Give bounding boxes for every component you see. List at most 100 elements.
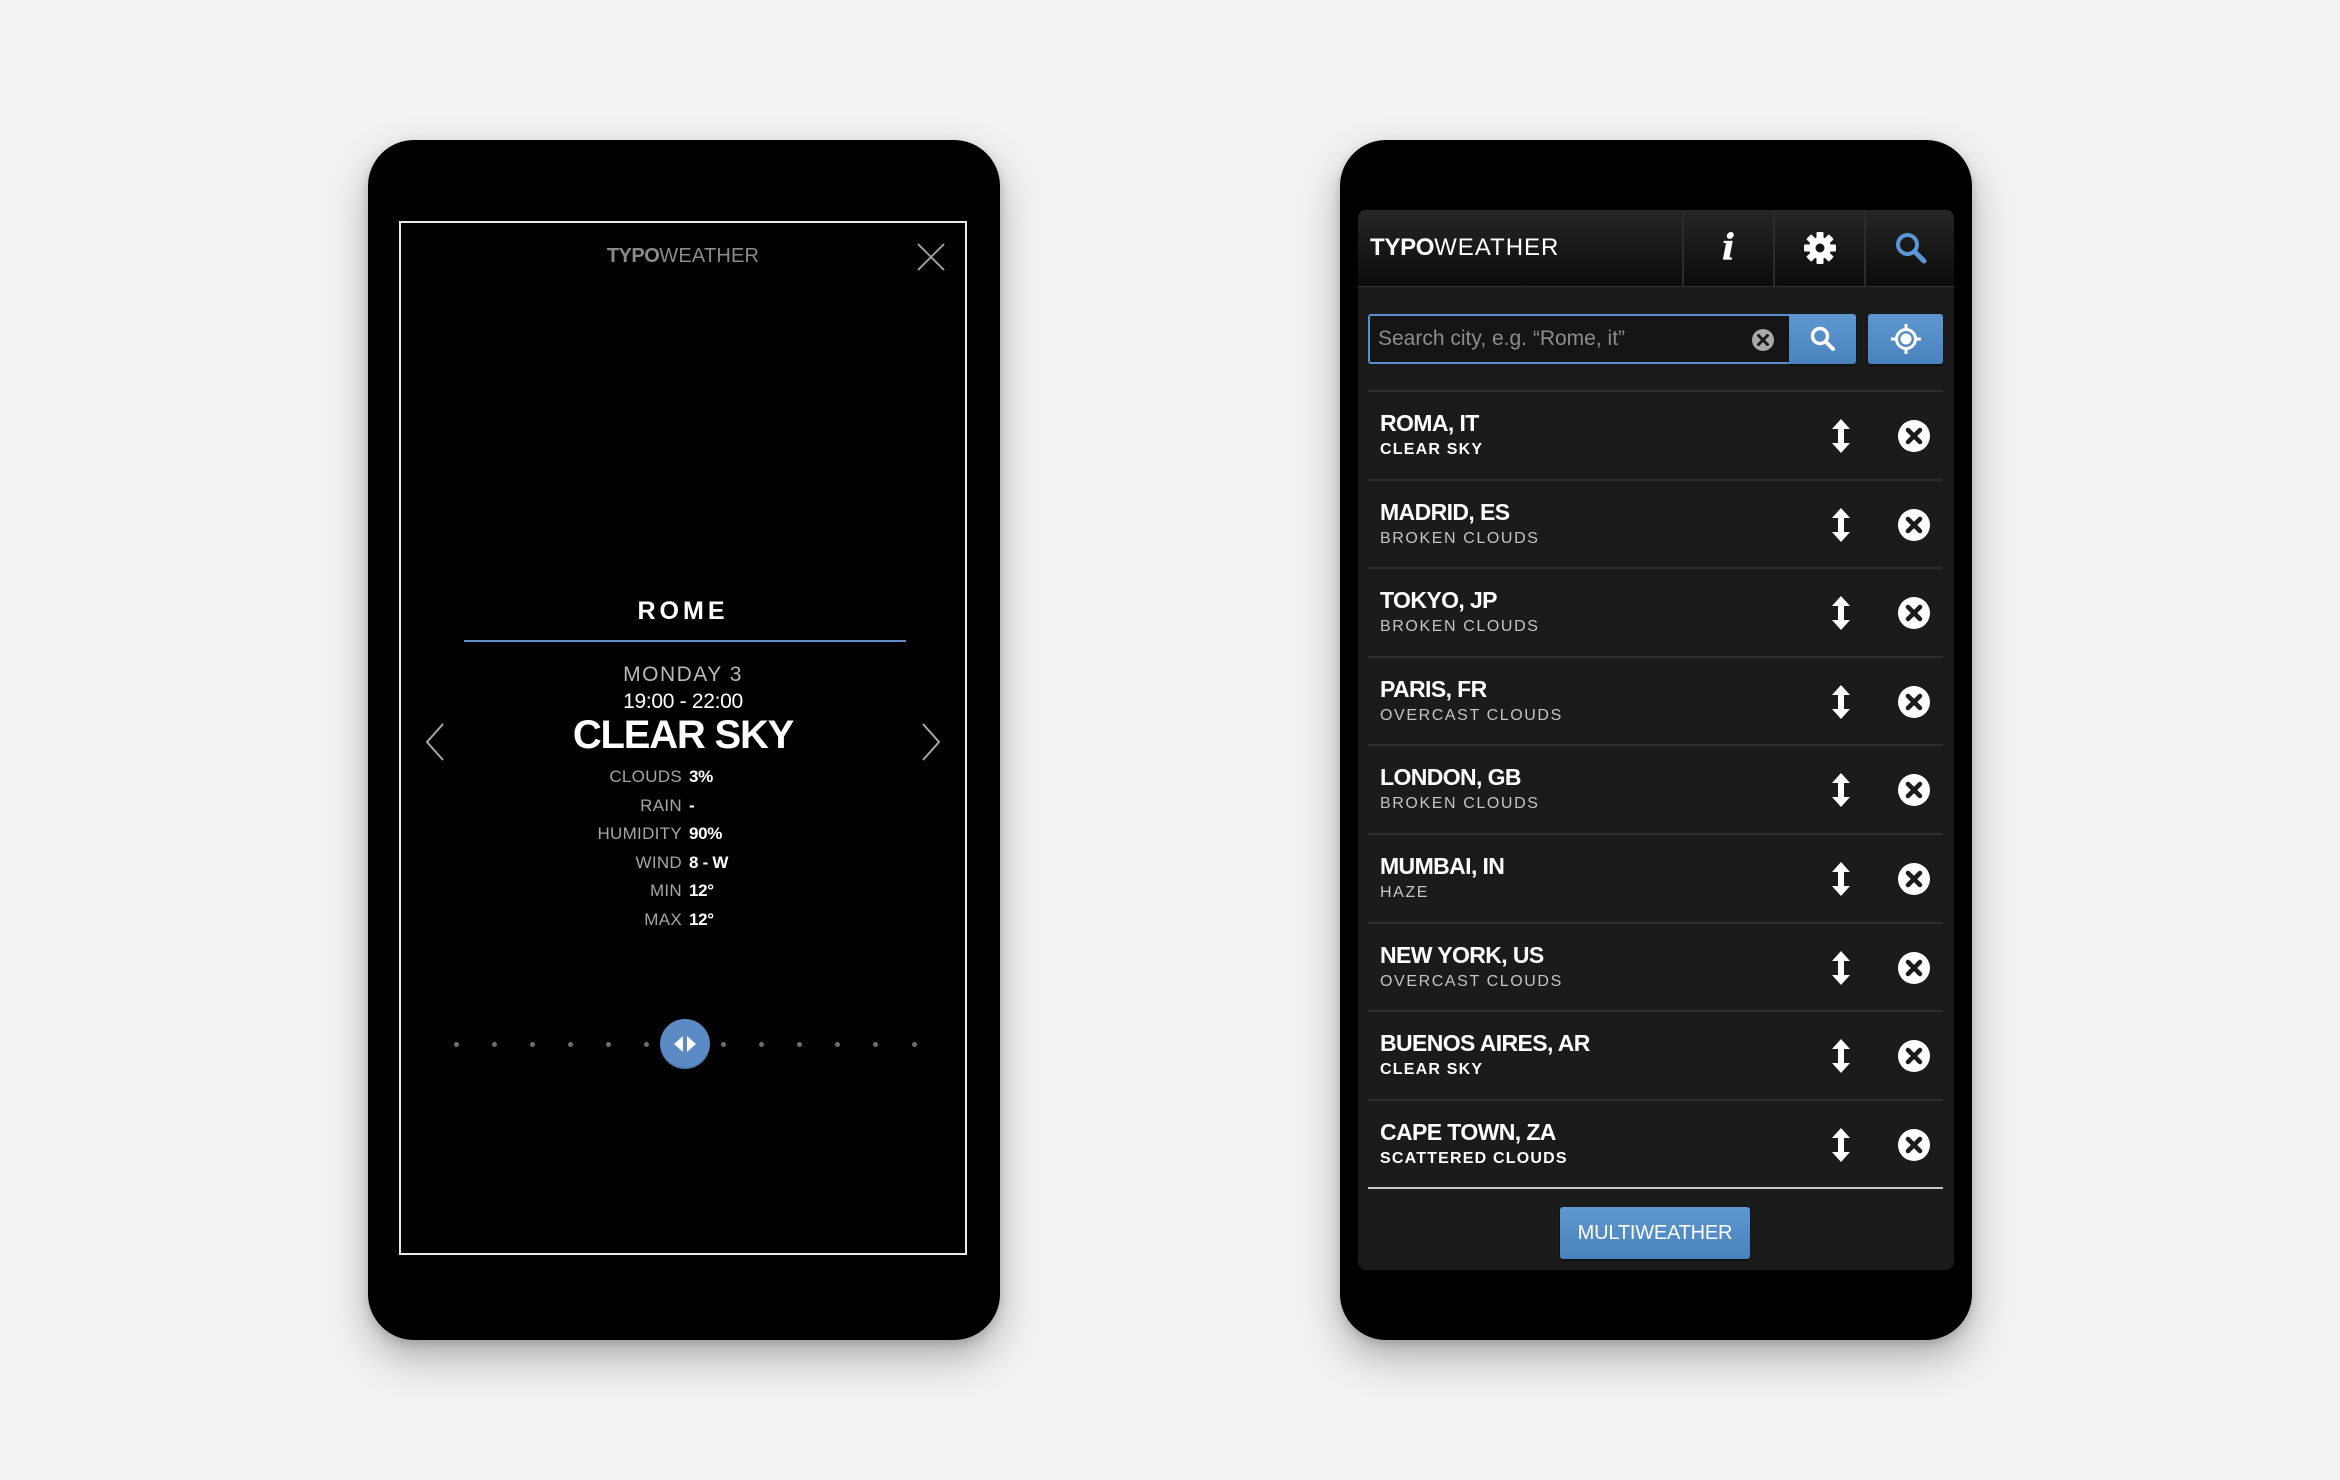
stat-row-clouds: CLOUDS 3%: [401, 767, 965, 796]
drag-vertical-icon: [1832, 507, 1850, 542]
city-item-condition: CLEAR SKY: [1380, 441, 1484, 458]
stat-label: MAX: [644, 909, 682, 929]
timeline-dot[interactable]: [644, 1042, 650, 1047]
clear-search-button[interactable]: [1751, 328, 1775, 352]
city-list-item[interactable]: BUENOS AIRES, AR CLEAR SKY: [1368, 1012, 1943, 1101]
remove-city-button[interactable]: [1897, 951, 1931, 985]
reorder-handle[interactable]: [1830, 1038, 1852, 1074]
remove-city-button[interactable]: [1897, 773, 1931, 807]
city-item-condition: BROKEN CLOUDS: [1380, 795, 1540, 813]
reorder-handle[interactable]: [1830, 1127, 1852, 1163]
city-list-item[interactable]: CAPE TOWN, ZA SCATTERED CLOUDS: [1368, 1101, 1943, 1190]
forecast-day: MONDAY 3: [623, 663, 743, 686]
search-field: [1368, 314, 1799, 364]
city-item-condition: OVERCAST CLOUDS: [1380, 706, 1563, 724]
timeline-dot[interactable]: [797, 1042, 802, 1047]
city-item-name: LONDON, GB: [1380, 764, 1522, 791]
previous-forecast-button[interactable]: [423, 722, 447, 762]
timeline-dot[interactable]: [606, 1042, 612, 1047]
close-button[interactable]: [915, 241, 947, 273]
search-toggle-button[interactable]: [1864, 210, 1954, 286]
city-list-item[interactable]: NEW YORK, US OVERCAST CLOUDS: [1368, 924, 1943, 1013]
logo-bold: TYPO: [1370, 234, 1435, 261]
stat-value: 12°: [689, 909, 714, 929]
timeline-handle[interactable]: [660, 1019, 710, 1069]
reorder-handle[interactable]: [1830, 861, 1852, 897]
remove-icon: [1898, 597, 1930, 630]
stat-value: 12°: [689, 881, 714, 901]
reorder-handle[interactable]: [1830, 950, 1852, 986]
city-item-condition: SCATTERED CLOUDS: [1380, 1149, 1568, 1167]
remove-icon: [1898, 1040, 1930, 1073]
timeline-dot[interactable]: [453, 1042, 459, 1047]
remove-icon: [1898, 685, 1930, 718]
forecast-timeline-slider[interactable]: [451, 1018, 919, 1070]
timeline-dot[interactable]: [529, 1042, 535, 1047]
stat-row-wind: WIND 8 - W: [401, 853, 965, 882]
stat-row-humidity: HUMIDITY 90%: [401, 824, 965, 853]
drag-vertical-icon: [1832, 419, 1850, 453]
app-screen: TYPOWEATHER i Search city, e.g. “Rome, i…: [1358, 210, 1954, 1270]
next-forecast-button[interactable]: [919, 722, 943, 762]
city-list-item[interactable]: PARIS, FR OVERCAST CLOUDS: [1368, 658, 1943, 747]
timeline-dot[interactable]: [720, 1042, 726, 1047]
search-input[interactable]: [1370, 316, 1740, 362]
stat-value: 3%: [689, 767, 713, 786]
reorder-handle[interactable]: [1830, 507, 1852, 543]
timeline-dot[interactable]: [873, 1042, 879, 1047]
logo-bold: TYPO: [606, 245, 660, 267]
stat-row-min: MIN 12°: [401, 881, 965, 910]
city-item-condition: CLEAR SKY: [1380, 1061, 1484, 1079]
multiweather-button[interactable]: MULTIWEATHER: [1560, 1207, 1750, 1259]
city-divider: [464, 640, 906, 642]
search-icon: [1895, 233, 1926, 264]
stat-label: CLOUDS: [609, 767, 682, 786]
remove-city-button[interactable]: [1897, 596, 1931, 630]
reorder-handle[interactable]: [1830, 595, 1852, 631]
reorder-handle[interactable]: [1830, 684, 1852, 720]
remove-city-button[interactable]: [1897, 685, 1931, 719]
stat-label: RAIN: [640, 795, 682, 815]
logo-regular: WEATHER: [659, 245, 760, 267]
timeline-dot[interactable]: [568, 1042, 573, 1047]
remove-city-button[interactable]: [1897, 1128, 1931, 1162]
city-item-name: ROMA, IT: [1380, 410, 1479, 436]
stat-label: WIND: [635, 852, 682, 872]
timeline-dot[interactable]: [758, 1042, 764, 1047]
city-list-item[interactable]: ROMA, IT CLEAR SKY: [1368, 392, 1943, 481]
settings-button[interactable]: [1773, 210, 1864, 286]
stat-row-rain: RAIN -: [401, 796, 965, 825]
search-submit-button[interactable]: [1789, 314, 1856, 364]
city-item-name: MADRID, ES: [1380, 498, 1510, 525]
timeline-dot[interactable]: [491, 1042, 497, 1047]
city-list-item[interactable]: TOKYO, JP BROKEN CLOUDS: [1368, 569, 1943, 658]
stat-row-max: MAX 12°: [401, 910, 965, 939]
phone-detail-view: TYPOWEATHER ROME MONDAY 3 19:00 - 22:00 …: [368, 140, 1000, 1340]
remove-city-button[interactable]: [1897, 1039, 1931, 1073]
city-item-condition: OVERCAST CLOUDS: [1380, 972, 1563, 990]
info-button[interactable]: i: [1682, 210, 1773, 286]
city-list-item[interactable]: MUMBAI, IN HAZE: [1368, 835, 1943, 924]
locate-me-button[interactable]: [1868, 314, 1943, 364]
timeline-dot[interactable]: [911, 1042, 917, 1047]
city-list-item[interactable]: LONDON, GB BROKEN CLOUDS: [1368, 746, 1943, 835]
reorder-handle[interactable]: [1830, 772, 1852, 808]
gear-icon: [1803, 232, 1836, 264]
city-list-item[interactable]: MADRID, ES BROKEN CLOUDS: [1368, 481, 1943, 570]
city-item-name: MUMBAI, IN: [1380, 852, 1505, 879]
city-list: ROMA, IT CLEAR SKY MADRID, ES BROKEN CLO…: [1368, 390, 1943, 1190]
left-right-arrows-icon: [674, 1036, 696, 1052]
remove-city-button[interactable]: [1897, 862, 1931, 896]
city-item-condition: HAZE: [1380, 883, 1430, 901]
drag-vertical-icon: [1832, 950, 1850, 985]
remove-icon: [1898, 951, 1930, 984]
remove-city-button[interactable]: [1897, 419, 1931, 453]
remove-city-button[interactable]: [1897, 508, 1931, 542]
clear-icon: [1752, 329, 1774, 351]
remove-icon: [1898, 774, 1930, 807]
timeline-dot[interactable]: [835, 1042, 841, 1047]
reorder-handle[interactable]: [1830, 418, 1852, 454]
stat-label: MIN: [649, 881, 682, 901]
city-item-name: PARIS, FR: [1380, 675, 1487, 702]
stat-label: HUMIDITY: [597, 824, 682, 844]
